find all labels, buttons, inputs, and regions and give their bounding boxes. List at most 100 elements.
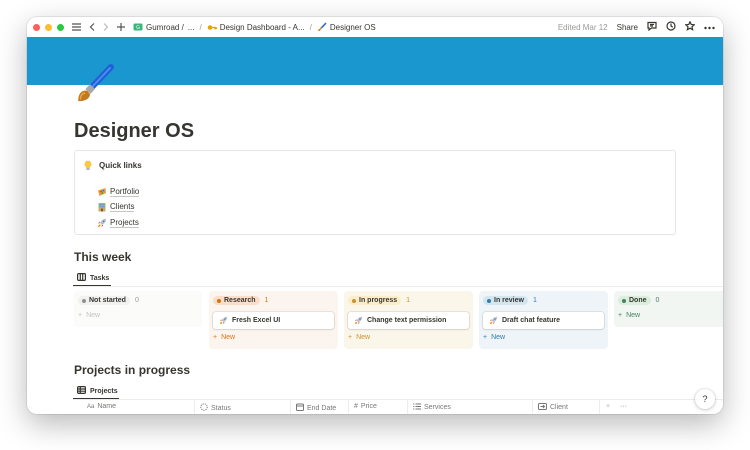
top-bar-actions: Edited Mar 12 Share — [558, 20, 715, 33]
quick-links-heading: Quick links — [99, 160, 142, 170]
task-card-fresh-excel-ui[interactable]: Fresh Excel UI — [213, 312, 334, 329]
add-property-button[interactable]: + — [606, 403, 610, 410]
column-count: 0 — [655, 297, 660, 304]
sidebar-menu-icon[interactable] — [72, 23, 81, 31]
new-card-button[interactable]: + New — [78, 312, 100, 319]
view-divider — [73, 286, 723, 287]
page-title[interactable]: Designer OS — [74, 120, 194, 143]
favorite-star-icon[interactable] — [684, 20, 696, 33]
callout-header: Quick links — [83, 160, 142, 170]
quick-links-callout: Quick links Portfolio Clients Projects — [74, 150, 676, 235]
tab-projects[interactable]: Projects — [74, 386, 121, 396]
app-window: G Gumroad / ... / Design Dashboard - A..… — [27, 17, 723, 414]
quick-link-label[interactable]: Clients — [110, 202, 135, 213]
board-view-icon — [77, 273, 87, 283]
column-label: Price — [360, 403, 377, 410]
maximize-window-button[interactable] — [57, 23, 64, 31]
column-header-price[interactable]: # Price — [354, 403, 377, 410]
plus-icon: + — [483, 334, 488, 341]
status-label: Not started — [89, 297, 126, 304]
page-cover[interactable] — [27, 37, 723, 85]
breadcrumb-item-ellipsis[interactable]: ... — [188, 23, 195, 32]
quick-link-label[interactable]: Projects — [110, 218, 139, 228]
plus-icon: + — [78, 312, 83, 319]
hash-icon: # — [354, 403, 358, 410]
traffic-lights — [33, 23, 64, 31]
new-page-plus-icon[interactable] — [117, 23, 125, 31]
relation-icon — [538, 403, 547, 412]
plus-icon: + — [348, 334, 353, 341]
key-icon — [207, 23, 217, 31]
quick-link-projects[interactable]: Projects — [97, 215, 139, 231]
list-icon — [413, 403, 421, 412]
task-card-change-text-permission[interactable]: Change text permission — [348, 312, 469, 329]
card-title: Fresh Excel UI — [232, 317, 281, 324]
board-column-research: Research 1 Fresh Excel UI + New — [209, 291, 338, 349]
plus-icon: + — [618, 312, 623, 319]
column-header: In progress 1 — [348, 296, 410, 305]
plus-icon: + — [213, 334, 218, 341]
quick-link-portfolio[interactable]: Portfolio — [97, 184, 140, 200]
status-badge[interactable]: In progress — [348, 296, 402, 305]
new-card-button[interactable]: + New — [213, 334, 235, 341]
projects-in-progress-heading[interactable]: Projects in progress — [74, 363, 190, 377]
more-properties-button[interactable]: ··· — [620, 403, 627, 410]
updates-clock-icon[interactable] — [666, 21, 676, 33]
share-button[interactable]: Share — [617, 23, 638, 32]
lightbulb-icon — [83, 160, 93, 170]
new-label: New — [491, 334, 506, 341]
forward-arrow-icon[interactable] — [103, 23, 109, 31]
column-divider — [194, 400, 195, 414]
more-options-icon[interactable] — [704, 23, 715, 32]
rocket-icon — [488, 316, 498, 326]
status-badge[interactable]: In review — [483, 296, 528, 305]
rocket-icon — [218, 316, 228, 326]
projects-table-header: Aa Name Status End Date # Price Services… — [74, 400, 674, 414]
new-label: New — [221, 334, 236, 341]
close-window-button[interactable] — [33, 23, 40, 31]
column-header-end-date[interactable]: End Date — [296, 403, 336, 413]
column-count: 1 — [532, 297, 537, 304]
rocket-icon — [353, 316, 363, 326]
column-header-services[interactable]: Services — [413, 403, 451, 412]
paintbrush-icon — [317, 22, 327, 31]
breadcrumb-item-gumroad[interactable]: G Gumroad / — [133, 23, 184, 32]
gumroad-badge-icon: G — [133, 23, 143, 31]
paintbrush-icon[interactable] — [73, 63, 115, 105]
quick-link-label[interactable]: Portfolio — [110, 187, 140, 197]
column-label: Name — [97, 403, 117, 410]
column-header-status[interactable]: Status — [200, 403, 231, 413]
column-divider — [348, 400, 349, 414]
breadcrumb-label: Gumroad / — [146, 22, 184, 32]
status-badge[interactable]: Not started — [78, 296, 130, 305]
help-button[interactable]: ? — [695, 389, 715, 409]
new-card-button[interactable]: + New — [483, 334, 505, 341]
top-bar: G Gumroad / ... / Design Dashboard - A..… — [27, 17, 723, 37]
board-column-done: Done 0 + New — [614, 291, 723, 327]
status-badge[interactable]: Research — [213, 296, 260, 305]
column-header-client[interactable]: Client — [538, 403, 568, 412]
column-count: 1 — [264, 297, 269, 304]
quick-link-clients[interactable]: Clients — [97, 200, 139, 216]
back-arrow-icon[interactable] — [89, 23, 95, 31]
status-badge[interactable]: Done — [618, 296, 651, 305]
breadcrumb-item-designer-os[interactable]: Designer OS — [317, 22, 376, 32]
new-card-button[interactable]: + New — [618, 312, 640, 319]
column-header-name[interactable]: Aa Name — [87, 403, 116, 410]
breadcrumb-item-design-dashboard[interactable]: Design Dashboard - A... — [207, 23, 305, 32]
card-title: Draft chat feature — [502, 317, 560, 324]
this-week-heading[interactable]: This week — [74, 250, 131, 264]
tab-tasks[interactable]: Tasks — [74, 273, 112, 283]
breadcrumb-separator: / — [309, 22, 312, 32]
comments-icon[interactable] — [647, 21, 657, 33]
task-card-draft-chat-feature[interactable]: Draft chat feature — [483, 312, 604, 329]
new-card-button[interactable]: + New — [348, 334, 370, 341]
column-header: Not started 0 — [78, 296, 139, 305]
minimize-window-button[interactable] — [45, 23, 52, 31]
breadcrumb: G Gumroad / ... / Design Dashboard - A..… — [133, 22, 376, 32]
table-view-icon — [77, 386, 87, 396]
calendar-icon — [296, 403, 304, 413]
breadcrumb-label: Designer OS — [329, 22, 376, 32]
text-aa-icon: Aa — [87, 403, 95, 410]
board-column-not-started: Not started 0 + New — [74, 291, 202, 327]
